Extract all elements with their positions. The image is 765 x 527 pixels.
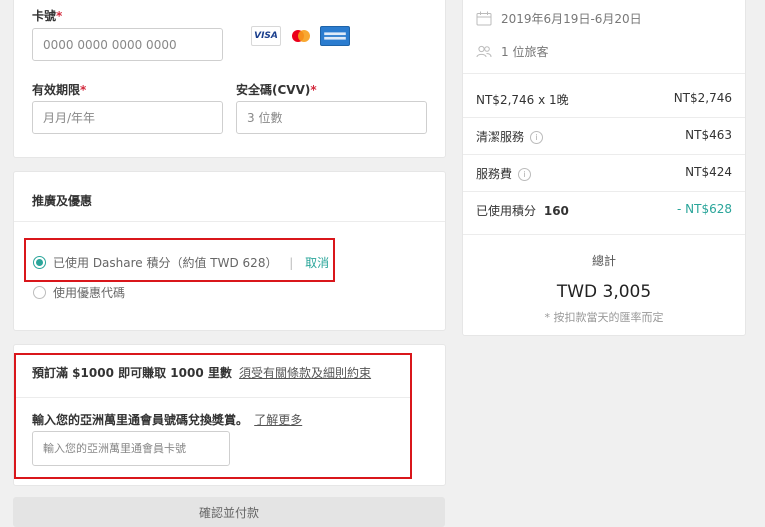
asia-miles-panel: 預訂滿 $1000 即可賺取 1000 里數 須受有關條款及細則約束 輸入您的亞… — [13, 344, 446, 486]
summary-row-cleaning: 清潔服務 i NT$463 — [476, 128, 732, 144]
required-mark: * — [310, 83, 317, 97]
card-number-label: 卡號* — [32, 9, 63, 23]
info-icon[interactable]: i — [530, 131, 544, 144]
mastercard-logo-icon — [292, 30, 310, 42]
card-number-input[interactable] — [32, 28, 223, 61]
summary-row-points: 已使用積分 160 - NT$628 — [476, 202, 732, 218]
cvv-input[interactable] — [236, 101, 427, 134]
total-label: 總計 — [591, 254, 616, 268]
dates-row: 2019年6月19日-6月20日 — [476, 10, 642, 27]
booking-summary-panel: 2019年6月19日-6月20日 1 位旅客 NT$2,746 x 1晚 NT$… — [462, 0, 746, 336]
required-mark: * — [80, 83, 87, 97]
expiry-label: 有效期限* — [32, 83, 87, 97]
total-note: * 按扣款當天的匯率而定 — [544, 311, 664, 324]
guests-icon — [476, 45, 492, 58]
visa-logo-icon: VISA — [251, 26, 281, 46]
amex-logo-icon — [320, 26, 350, 46]
summary-row-nightly: NT$2,746 x 1晚 NT$2,746 — [476, 91, 732, 107]
coupon-option-label[interactable]: 使用優惠代碼 — [53, 284, 125, 301]
expiry-input[interactable] — [32, 101, 223, 134]
total-value: TWD 3,005 — [556, 282, 652, 302]
promotions-panel: 推廣及優惠 已使用 Dashare 積分（約值 TWD 628） | 取消 使用… — [13, 171, 446, 331]
confirm-and-pay-button[interactable]: 確認並付款 — [13, 497, 445, 527]
guests-row: 1 位旅客 — [476, 43, 548, 60]
card-details-panel: 卡號* VISA 有效期限* 安全碼(CVV)* — [13, 0, 446, 158]
points-count: 160 — [543, 204, 569, 218]
calendar-icon — [476, 11, 492, 26]
divider — [14, 221, 445, 222]
info-icon[interactable]: i — [518, 168, 532, 181]
divider — [463, 73, 745, 74]
points-highlight-box — [24, 238, 335, 282]
miles-highlight-box — [14, 353, 412, 479]
cvv-label: 安全碼(CVV)* — [236, 83, 317, 97]
promotions-title: 推廣及優惠 — [32, 194, 93, 208]
divider — [463, 234, 745, 235]
coupon-radio[interactable] — [33, 286, 46, 299]
summary-row-service-fee: 服務費 i NT$424 — [476, 165, 732, 181]
required-mark: * — [56, 9, 63, 23]
